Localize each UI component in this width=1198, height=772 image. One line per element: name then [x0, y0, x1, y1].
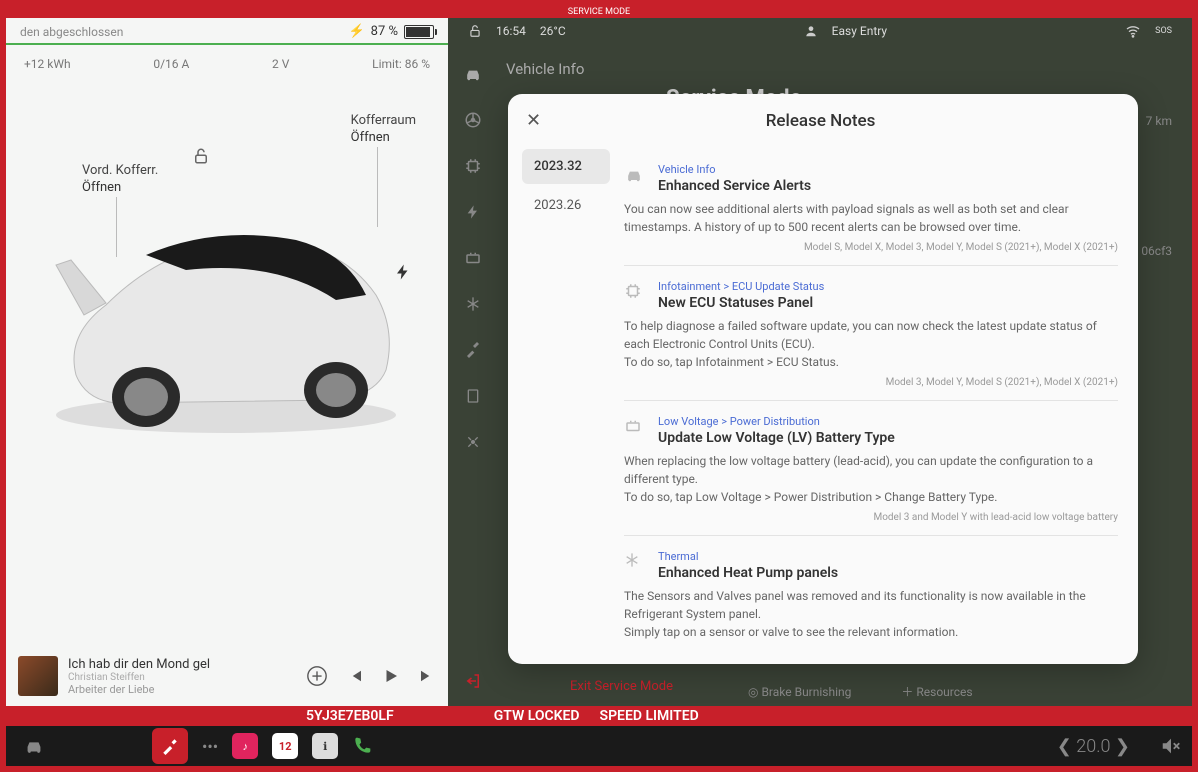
album-art[interactable] — [18, 656, 58, 696]
track-artist: Arbeiter der Liebe — [68, 683, 238, 696]
stat-limit: Limit: 86 % — [372, 57, 430, 71]
dock-music-icon[interactable]: ♪ — [232, 733, 258, 759]
modal-title: Release Notes — [521, 111, 1120, 131]
version-item[interactable]: 2023.32 — [522, 149, 610, 184]
car-icon — [624, 165, 646, 194]
charge-progress-bar — [6, 43, 448, 45]
sidebar-wrench-icon[interactable] — [463, 340, 483, 360]
notes-list[interactable]: Vehicle InfoEnhanced Service Alerts You … — [618, 141, 1138, 664]
dock-car-icon[interactable] — [16, 728, 52, 764]
service-mode-banner: SERVICE MODE — [6, 6, 1192, 18]
gtw-status: GTW LOCKED — [494, 708, 580, 724]
lock-status-text: den abgeschlossen — [20, 25, 123, 39]
dock-service-icon[interactable] — [152, 728, 188, 764]
clock-time: 16:54 — [496, 24, 526, 38]
brake-burnishing-button[interactable]: ◎ Brake Burnishing — [748, 685, 851, 699]
release-note: Vehicle InfoEnhanced Service Alerts You … — [624, 149, 1118, 266]
outside-temp: 26°C — [540, 24, 566, 38]
media-player: Ich hab dir den Mond gel Christian Steif… — [6, 646, 448, 706]
odometer-partial: 7 km — [1146, 114, 1172, 128]
next-track-icon[interactable] — [418, 667, 436, 685]
stat-amps: 0/16 A — [153, 57, 189, 71]
battery-percent: 87 % — [371, 24, 398, 39]
exit-service-mode-icon[interactable] — [464, 672, 482, 690]
dock-info-icon[interactable]: ℹ — [312, 733, 338, 759]
sidebar-satellite-icon[interactable] — [463, 432, 483, 452]
battery-icon — [624, 417, 646, 446]
dock-more-icon[interactable]: ••• — [202, 737, 218, 756]
stat-kwh: +12 kWh — [24, 57, 71, 71]
add-icon[interactable] — [306, 665, 328, 687]
sidebar-battery-icon[interactable] — [463, 248, 483, 268]
speed-status: SPEED LIMITED — [600, 708, 699, 724]
unlock-icon[interactable] — [192, 147, 210, 165]
play-icon[interactable] — [382, 667, 400, 685]
dock-calendar-icon[interactable]: 12 — [272, 733, 298, 759]
sidebar-car-icon[interactable] — [463, 64, 483, 84]
car-image — [36, 185, 416, 445]
charge-stats-row: +12 kWh 0/16 A 2 V Limit: 86 % — [6, 51, 448, 85]
track-author: Christian Steiffen — [68, 672, 238, 683]
sidebar-snowflake-icon[interactable] — [463, 294, 483, 314]
version-list: 2023.32 2023.26 — [508, 141, 618, 664]
battery-indicator[interactable]: ⚡ 87 % — [348, 24, 434, 39]
chip-icon — [624, 282, 646, 311]
snowflake-icon — [624, 552, 646, 581]
build-hash-partial: 06cf3 — [1141, 244, 1172, 258]
stat-volts: 2 V — [272, 57, 289, 71]
vin-partial: 5YJ3E7EB0LF — [306, 708, 394, 724]
track-title[interactable]: Ich hab dir den Mond gel — [68, 657, 238, 672]
car-visualization: Vord. Kofferr. Öffnen Kofferraum Öffnen — [6, 85, 448, 515]
resources-button[interactable]: ＋ Resources — [901, 683, 972, 700]
sidebar-steering-icon[interactable] — [463, 110, 483, 130]
volume-mute-icon[interactable] — [1160, 735, 1182, 757]
release-note: Low Voltage > Power DistributionUpdate L… — [624, 401, 1118, 536]
bottom-dock: ••• ♪ 12 ℹ ❮ 20.0 ❯ — [6, 726, 1192, 766]
dock-phone-icon[interactable] — [352, 736, 372, 756]
status-bar: 5YJ3E7EB0LF GTW LOCKED SPEED LIMITED — [6, 706, 1192, 726]
sos-button[interactable]: SOS — [1155, 26, 1172, 36]
exit-service-mode-button[interactable]: Exit Service Mode — [570, 679, 673, 694]
trunk-button[interactable]: Kofferraum Öffnen — [351, 113, 416, 147]
left-panel: den abgeschlossen ⚡ 87 % +12 kWh 0/16 A … — [6, 18, 448, 706]
version-item[interactable]: 2023.26 — [522, 188, 610, 223]
wifi-icon[interactable] — [1125, 23, 1141, 39]
profile-icon[interactable] — [804, 24, 818, 38]
breadcrumb[interactable]: Vehicle Info — [506, 60, 1172, 78]
service-sidebar — [448, 44, 498, 706]
release-note: ThermalEnhanced Heat Pump panels The Sen… — [624, 536, 1118, 659]
bolt-icon: ⚡ — [348, 24, 364, 39]
prev-track-icon[interactable] — [346, 667, 364, 685]
sidebar-doc-icon[interactable] — [463, 386, 483, 406]
padlock-icon[interactable] — [468, 24, 482, 38]
release-notes-modal: ✕ Release Notes 2023.32 2023.26 Vehicle … — [508, 94, 1138, 664]
sidebar-chip-icon[interactable] — [463, 156, 483, 176]
battery-icon — [404, 25, 434, 39]
climate-temp[interactable]: ❮ 20.0 ❯ — [1057, 736, 1130, 757]
sidebar-bolt-icon[interactable] — [463, 202, 483, 222]
release-note: Infotainment > ECU Update StatusNew ECU … — [624, 266, 1118, 401]
profile-name[interactable]: Easy Entry — [832, 24, 887, 38]
